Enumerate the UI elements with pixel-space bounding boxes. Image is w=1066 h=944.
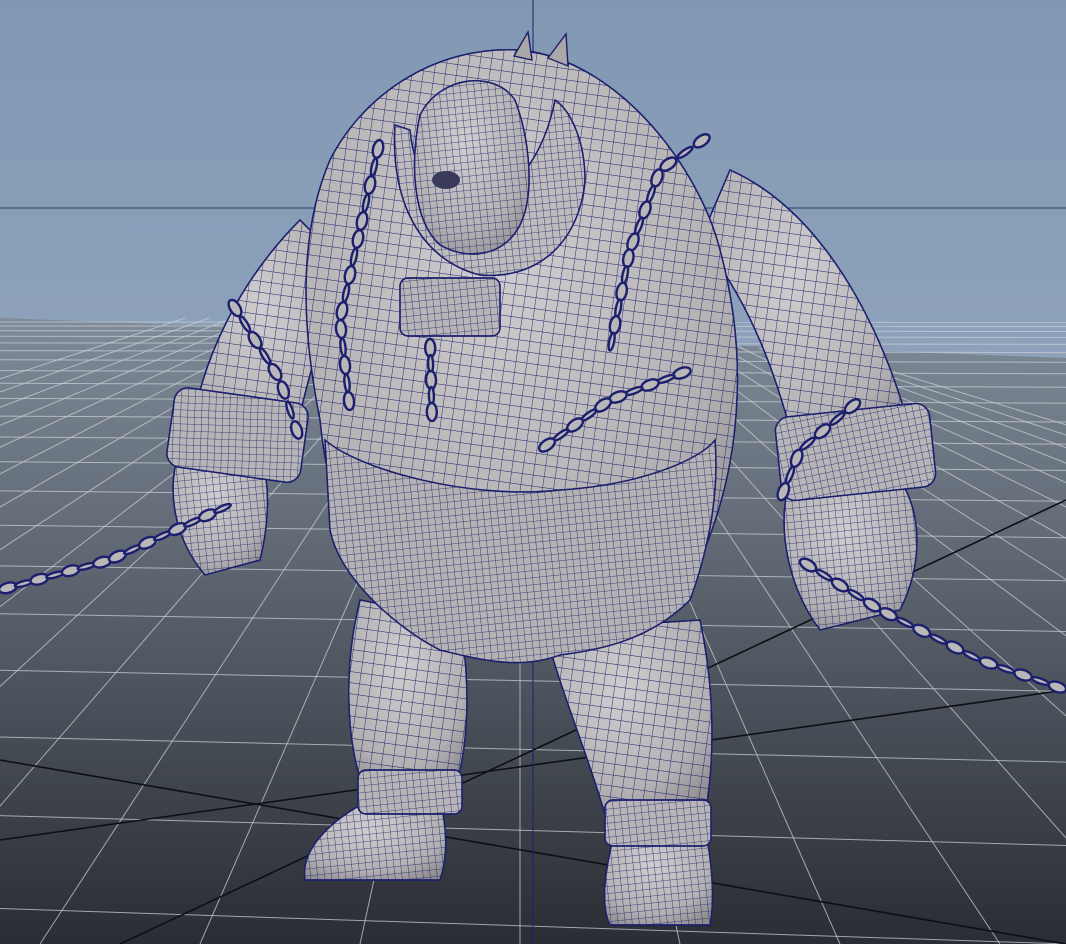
chain-link bbox=[338, 354, 352, 376]
viewport-scene[interactable] bbox=[0, 0, 1066, 944]
chain-link bbox=[343, 372, 351, 394]
chain-link bbox=[342, 390, 356, 412]
chain-link bbox=[339, 336, 347, 358]
mouth bbox=[432, 171, 460, 189]
chain-link bbox=[425, 401, 439, 423]
maya-3d-viewport[interactable] bbox=[0, 0, 1066, 944]
chest-chain[interactable] bbox=[423, 337, 439, 423]
chain-link bbox=[334, 318, 348, 340]
